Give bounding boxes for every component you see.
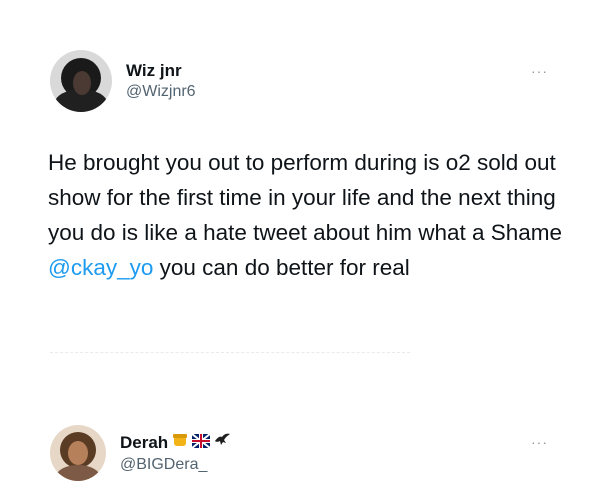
mention-link[interactable]: @ckay_yo (48, 255, 153, 280)
reply-name-row: Derah (120, 431, 231, 454)
reply-more-options-icon[interactable]: ··· (531, 434, 548, 450)
reply-display-name[interactable]: Derah (120, 432, 168, 453)
uk-flag-icon (191, 432, 211, 453)
tweet-text-body: He brought you out to perform during is … (48, 150, 563, 245)
reply-header: Derah @BIGDera_ (50, 425, 231, 481)
tweet-text-tail: you can do better for real (153, 255, 410, 280)
reply-avatar[interactable] (50, 425, 106, 481)
tweet-screenshot: Wiz jnr @Wizjnr6 ··· He brought you out … (0, 0, 600, 485)
tweet-header: Wiz jnr @Wizjnr6 (50, 50, 196, 112)
author-avatar[interactable] (50, 50, 112, 112)
eagle-icon (213, 431, 231, 454)
tweet-meta-divider (50, 352, 410, 358)
reply-author-info: Derah @BIGDera_ (120, 431, 231, 476)
reply-handle[interactable]: @BIGDera_ (120, 454, 231, 476)
tweet-text: He brought you out to perform during is … (48, 145, 568, 285)
more-options-icon[interactable]: ··· (531, 63, 548, 79)
author-info: Wiz jnr @Wizjnr6 (126, 60, 196, 103)
author-handle[interactable]: @Wizjnr6 (126, 81, 196, 103)
honey-pot-icon (171, 431, 189, 454)
author-display-name[interactable]: Wiz jnr (126, 60, 196, 81)
